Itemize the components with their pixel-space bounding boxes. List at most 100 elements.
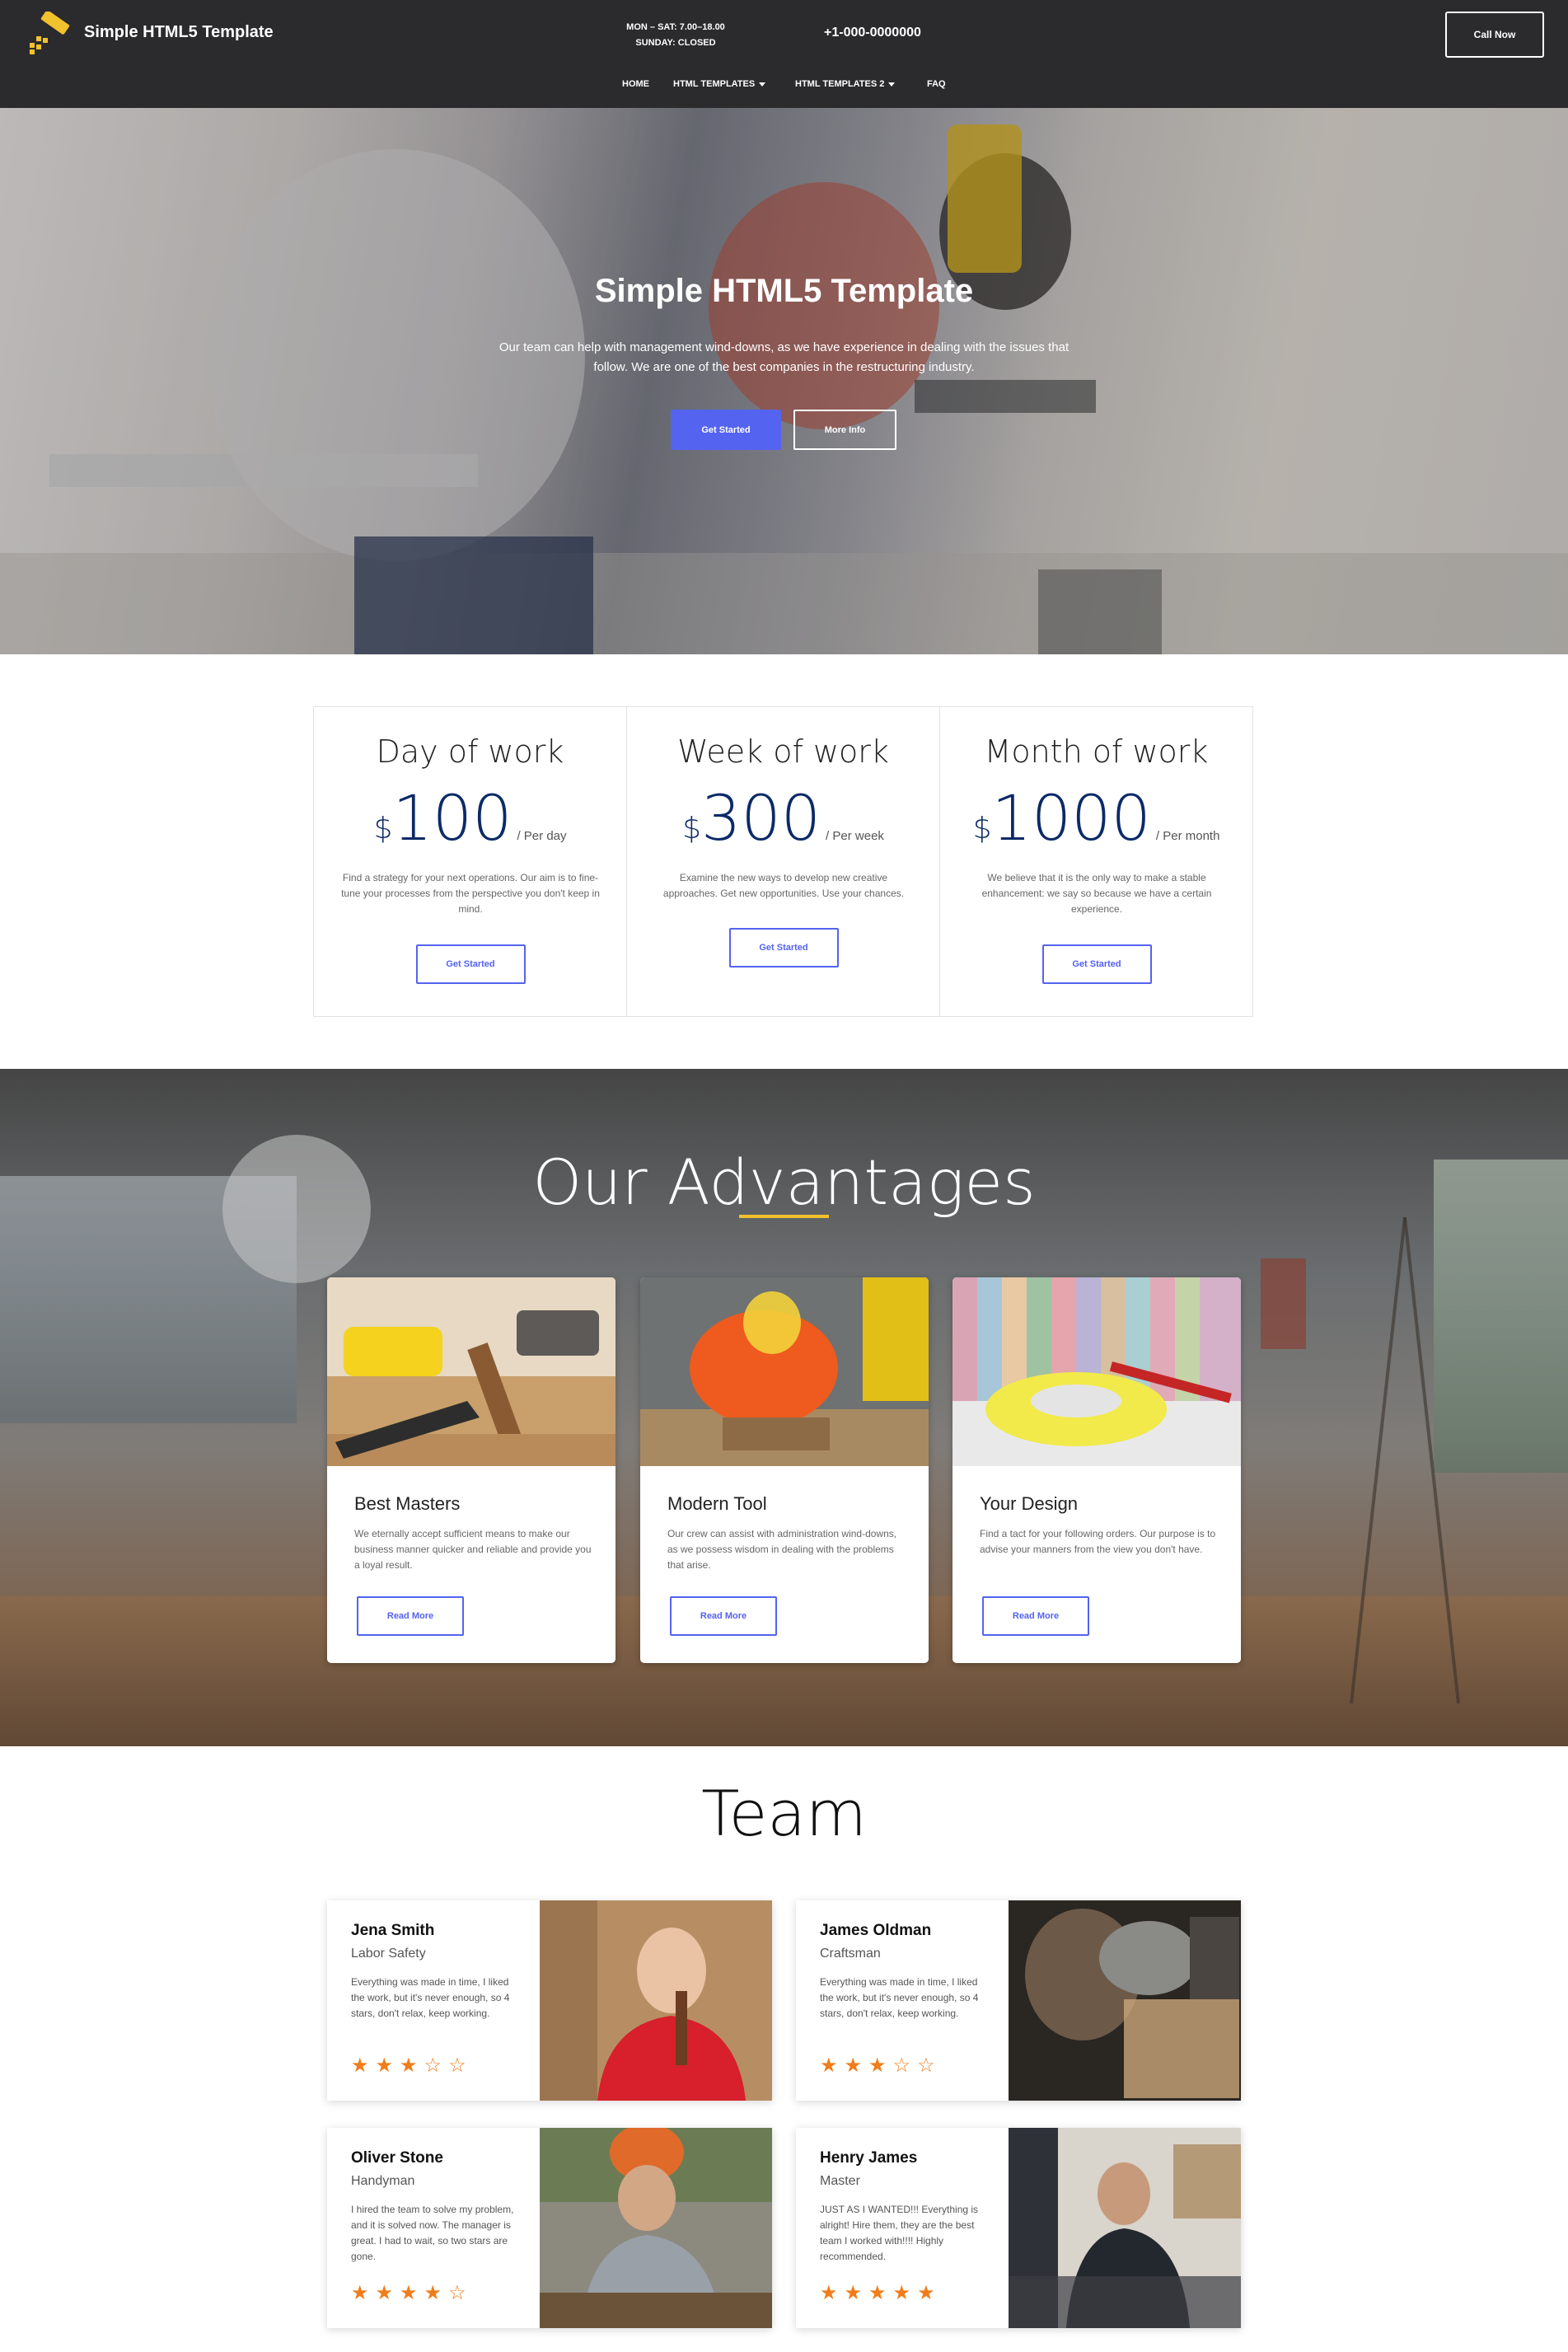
star-empty-icon: ☆ <box>448 2054 466 2077</box>
brand-name[interactable]: Simple HTML5 Template <box>84 23 274 42</box>
star-filled-icon: ★ <box>400 2282 418 2304</box>
painting-tape-image <box>953 1277 1241 1466</box>
team-card: Jena Smith Labor Safety Everything was m… <box>327 1900 772 2101</box>
pricing-price: $1000 / Per month <box>940 781 1252 855</box>
member-review: Everything was made in time, I liked the… <box>351 1976 510 2019</box>
more-info-button[interactable]: More Info <box>793 410 896 450</box>
top-navbar: Simple HTML5 Template MON – SAT: 7.00–18… <box>0 0 1568 108</box>
member-photo <box>1009 2128 1241 2328</box>
price-amount: 300 <box>700 781 821 855</box>
member-name: Jena Smith <box>351 1922 435 1939</box>
hero-overlay <box>0 108 1568 654</box>
star-rating: ★ ★ ★ ★ ★ <box>820 2284 935 2303</box>
star-empty-icon: ☆ <box>424 2054 442 2077</box>
member-name: Henry James <box>820 2149 918 2167</box>
pricing-card-month: Month of work $1000 / Per month We believ… <box>940 707 1252 1016</box>
pricing-description: Examine the new ways to develop new crea… <box>662 872 905 899</box>
team-card: Henry James Master JUST AS I WANTED!!! E… <box>796 2128 1241 2328</box>
member-name: Oliver Stone <box>351 2149 443 2167</box>
pricing-card-week: Week of work $300 / Per week Examine the … <box>627 707 940 1016</box>
advantage-description: We eternally accept sufficient means to … <box>354 1528 592 1571</box>
member-role: Handyman <box>351 2174 415 2188</box>
advantage-description: Our crew can assist with administration … <box>667 1528 897 1571</box>
advantages-section: Our Advantages Best Masters We eternally… <box>0 1069 1568 1746</box>
chevron-down-icon <box>888 82 896 87</box>
currency-symbol: $ <box>682 812 701 846</box>
star-filled-icon: ★ <box>375 2054 394 2077</box>
price-period: / Per week <box>826 829 884 843</box>
member-role: Labor Safety <box>351 1947 426 1961</box>
team-card: James Oldman Craftsman Everything was ma… <box>796 1900 1241 2101</box>
star-filled-icon: ★ <box>351 2282 369 2304</box>
pricing-description: Find a strategy for your next operations… <box>341 872 600 915</box>
member-role: Craftsman <box>820 1947 881 1961</box>
hours-weekdays: MON – SAT: 7.00–18.00 <box>626 22 725 32</box>
member-review: I hired the team to solve my problem, an… <box>351 2204 514 2262</box>
advantage-description: Find a tact for your following orders. O… <box>980 1528 1216 1555</box>
star-rating: ★ ★ ★ ☆ ☆ <box>820 2056 935 2076</box>
star-filled-icon: ★ <box>917 2282 935 2304</box>
star-filled-icon: ★ <box>820 2054 838 2077</box>
member-photo <box>1009 1900 1241 2101</box>
pricing-get-started-button[interactable]: Get Started <box>1041 944 1152 984</box>
member-name: James Oldman <box>820 1922 932 1939</box>
advantage-card: Best Masters We eternally accept suffici… <box>327 1277 615 1663</box>
star-filled-icon: ★ <box>868 2282 887 2304</box>
pricing-card-day: Day of work $100 / Per day Find a strateg… <box>314 707 627 1016</box>
advantage-title: Modern Tool <box>667 1493 767 1514</box>
advantage-card: Modern Tool Our crew can assist with adm… <box>640 1277 929 1663</box>
star-filled-icon: ★ <box>844 2282 863 2304</box>
price-period: / Per month <box>1155 829 1220 843</box>
pricing-table: Day of work $100 / Per day Find a strateg… <box>313 706 1253 1017</box>
star-filled-icon: ★ <box>820 2282 838 2304</box>
nav-html-templates-label: HTML TEMPLATES <box>673 79 756 89</box>
star-empty-icon: ☆ <box>917 2054 935 2077</box>
team-title: Team <box>701 1777 867 1850</box>
nav-html-templates[interactable]: HTML TEMPLATES <box>673 76 766 92</box>
pricing-title: Month of work <box>984 733 1209 770</box>
nav-faq[interactable]: FAQ <box>927 76 946 92</box>
get-started-button[interactable]: Get Started <box>671 410 781 450</box>
hours-sunday: SUNDAY: CLOSED <box>635 38 716 48</box>
pricing-price: $300 / Per week <box>627 781 939 855</box>
star-filled-icon: ★ <box>400 2054 418 2077</box>
title-underline <box>739 1215 829 1218</box>
read-more-button[interactable]: Read More <box>982 1596 1089 1636</box>
advantage-card: Your Design Find a tact for your followi… <box>953 1277 1241 1663</box>
pricing-description: We believe that it is the only way to ma… <box>981 872 1212 915</box>
price-amount: 100 <box>392 781 513 855</box>
price-amount: 1000 <box>991 781 1151 855</box>
pricing-price: $100 / Per day <box>314 781 626 855</box>
member-review: JUST AS I WANTED!!! Everything is alrigh… <box>820 2204 979 2262</box>
member-photo <box>540 1900 772 2101</box>
call-now-button[interactable]: Call Now <box>1445 12 1544 58</box>
hammer-wrench-image <box>327 1277 615 1466</box>
hero-description: Our team can help with management wind-d… <box>498 340 1070 374</box>
chevron-down-icon <box>759 82 766 87</box>
star-rating: ★ ★ ★ ★ ☆ <box>351 2284 466 2303</box>
star-filled-icon: ★ <box>351 2054 369 2077</box>
pricing-get-started-button[interactable]: Get Started <box>415 944 526 984</box>
member-photo <box>540 2128 772 2328</box>
currency-symbol: $ <box>373 812 393 846</box>
star-empty-icon: ☆ <box>448 2282 466 2304</box>
star-filled-icon: ★ <box>424 2282 442 2304</box>
paint-roller-logo-icon[interactable] <box>26 12 76 58</box>
star-filled-icon: ★ <box>375 2282 394 2304</box>
star-rating: ★ ★ ★ ☆ ☆ <box>351 2056 466 2076</box>
pricing-title: Day of work <box>376 733 564 770</box>
hero-section: Simple HTML5 Template Our team can help … <box>0 108 1568 654</box>
read-more-button[interactable]: Read More <box>670 1596 777 1636</box>
read-more-button[interactable]: Read More <box>357 1596 464 1636</box>
team-card: Oliver Stone Handyman I hired the team t… <box>327 2128 772 2328</box>
advantages-title: Our Advantages <box>532 1146 1036 1219</box>
star-filled-icon: ★ <box>868 2054 887 2077</box>
pricing-get-started-button[interactable]: Get Started <box>728 928 839 968</box>
nav-home[interactable]: HOME <box>622 76 649 92</box>
phone-number[interactable]: +1-000-0000000 <box>824 26 921 40</box>
nav-html-templates-2-label: HTML TEMPLATES 2 <box>795 79 885 89</box>
star-empty-icon: ☆ <box>892 2054 911 2077</box>
price-period: / Per day <box>517 829 567 843</box>
nav-html-templates-2[interactable]: HTML TEMPLATES 2 <box>795 76 896 92</box>
star-filled-icon: ★ <box>892 2282 911 2304</box>
